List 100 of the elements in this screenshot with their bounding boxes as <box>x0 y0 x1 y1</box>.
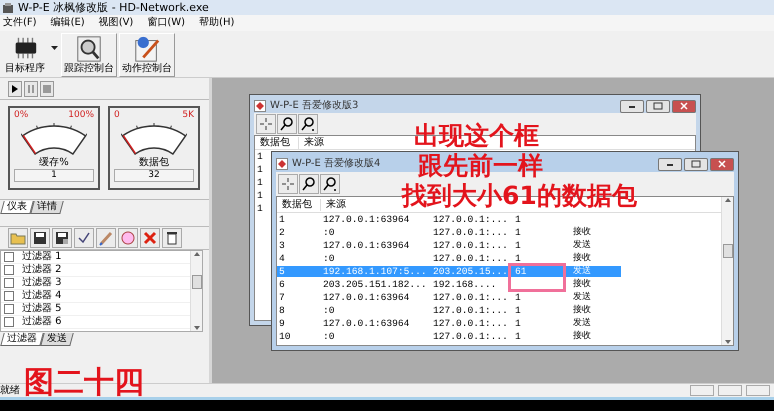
checkbox[interactable] <box>4 317 14 327</box>
table-cell-text: 192.168.... <box>432 278 498 290</box>
search-next-icon[interactable] <box>300 116 316 132</box>
close-button[interactable] <box>672 100 696 112</box>
toolbar-button[interactable]: 跟踪控制台 <box>61 33 117 77</box>
maximize-icon[interactable] <box>653 102 663 110</box>
menu-item[interactable]: 窗口(W) <box>147 17 186 29</box>
table-cell-text: 7 <box>278 292 286 304</box>
circle-icon[interactable] <box>120 230 136 246</box>
table-cell-text: 发送 <box>572 240 592 251</box>
delete-icon[interactable] <box>142 230 158 246</box>
pen-icon[interactable] <box>98 230 114 246</box>
gauge-max-label: 5K <box>182 110 194 121</box>
toolbar-button[interactable]: 动作控制台 <box>119 33 175 77</box>
table-cell-text: :0 <box>322 226 336 238</box>
app-icon <box>2 2 14 14</box>
save-as-icon[interactable] <box>54 230 70 246</box>
scroll-up-icon[interactable] <box>724 197 732 203</box>
table-cell-text: :0 <box>322 330 336 342</box>
gauge-dial <box>21 123 87 155</box>
table-cell-text: 127.0.0.1:63964 <box>322 318 410 330</box>
table-cell-text: 8 <box>278 304 286 316</box>
scroll-down-icon[interactable] <box>724 338 732 345</box>
table-cell-text: 1 <box>256 176 263 188</box>
scroll-thumb[interactable] <box>192 275 202 289</box>
column-header[interactable]: 来源 <box>299 136 324 148</box>
column-header[interactable]: 数据包 <box>255 136 299 148</box>
search-icon[interactable] <box>301 176 317 192</box>
table-cell-text: 1 <box>514 330 522 342</box>
close-button[interactable] <box>710 158 734 170</box>
scrollbar[interactable] <box>190 251 202 331</box>
menu-item[interactable]: 编辑(E) <box>50 17 85 29</box>
scroll-down-icon[interactable] <box>192 325 200 331</box>
scrollbar[interactable] <box>721 197 733 345</box>
table-cell-text: 10 <box>278 330 292 342</box>
crosshair-icon[interactable] <box>258 116 274 132</box>
table-cell-text: 127.0.0.1:... <box>432 330 509 342</box>
column-header[interactable]: 来源 <box>321 198 346 210</box>
close-icon[interactable] <box>718 160 726 168</box>
tab[interactable]: 仪表 <box>0 201 34 214</box>
table-cell-text: 127.0.0.1:... <box>432 252 509 264</box>
table-cell-text: 1 <box>514 240 522 252</box>
minimize-button[interactable] <box>658 158 682 170</box>
tab[interactable]: 详情 <box>30 201 64 214</box>
annotation-text: 找到大小61的数据包 <box>402 182 637 210</box>
table-cell-text: 2 <box>278 226 286 238</box>
menu-item[interactable]: 文件(F) <box>3 17 37 29</box>
filter-label: 过滤器 1 <box>22 251 62 263</box>
scroll-up-icon[interactable] <box>192 251 200 257</box>
highlight-box <box>508 263 566 292</box>
maximize-icon[interactable] <box>691 160 701 168</box>
table-cell-text: 1 <box>514 252 522 264</box>
table-cell-text: :0 <box>322 252 336 264</box>
filter-label: 过滤器 5 <box>22 303 62 315</box>
table-cell-text: 发送 <box>572 318 592 329</box>
table-cell-text: 1 <box>256 202 263 214</box>
search-icon[interactable] <box>279 116 295 132</box>
minimize-button[interactable] <box>620 100 644 112</box>
close-icon[interactable] <box>680 102 688 110</box>
checkbox[interactable] <box>4 252 14 262</box>
checkbox[interactable] <box>4 304 14 314</box>
menu-item[interactable]: 帮助(H) <box>199 17 234 29</box>
gauge-value: 1 <box>14 169 94 182</box>
maximize-button[interactable] <box>684 158 708 170</box>
toolbar-button[interactable]: 目标程序 <box>2 33 48 77</box>
filter-label: 过滤器 4 <box>22 290 62 302</box>
table-cell-text: 127.0.0.1:63964 <box>322 240 410 252</box>
table-cell-text: :0 <box>322 304 336 316</box>
table-cell: 发送 <box>571 266 621 277</box>
scroll-thumb[interactable] <box>722 244 732 258</box>
checkbox[interactable] <box>4 291 14 301</box>
table-cell-text: 3 <box>278 240 286 252</box>
check-icon[interactable] <box>76 230 92 246</box>
maximize-button[interactable] <box>646 100 670 112</box>
table-cell-text: 接收 <box>572 331 592 342</box>
gauge-dial <box>121 123 187 155</box>
tab[interactable]: 过滤器 <box>0 333 44 346</box>
window-icon <box>276 158 288 170</box>
window-title: W-P-E 吾爱修改版3 <box>270 100 358 112</box>
window-icon <box>254 100 266 112</box>
status-pane <box>746 385 770 396</box>
menu-item[interactable]: 视图(V) <box>98 17 134 29</box>
trash-icon[interactable] <box>164 230 180 246</box>
gauge-title: 数据包 <box>139 157 169 169</box>
table-cell-text: 1 <box>256 164 263 176</box>
checkbox[interactable] <box>4 265 14 275</box>
save-icon[interactable] <box>32 230 48 246</box>
column-header[interactable]: 数据包 <box>277 198 321 210</box>
table-cell: 203.205.15... <box>431 266 513 278</box>
gauge-title: 缓存% <box>39 157 69 169</box>
tab[interactable]: 发送 <box>40 333 74 346</box>
search-next-icon[interactable] <box>322 176 338 192</box>
status-pane <box>690 385 714 396</box>
table-cell-text: 发送 <box>572 292 592 303</box>
table-cell-text: 1 <box>514 304 522 316</box>
checkbox[interactable] <box>4 278 14 288</box>
table-cell-text: 接收 <box>572 227 592 238</box>
table-cell-text: 127.0.0.1:63964 <box>322 214 410 226</box>
crosshair-icon[interactable] <box>280 176 296 192</box>
table-cell-text: 127.0.0.1:... <box>432 318 509 330</box>
